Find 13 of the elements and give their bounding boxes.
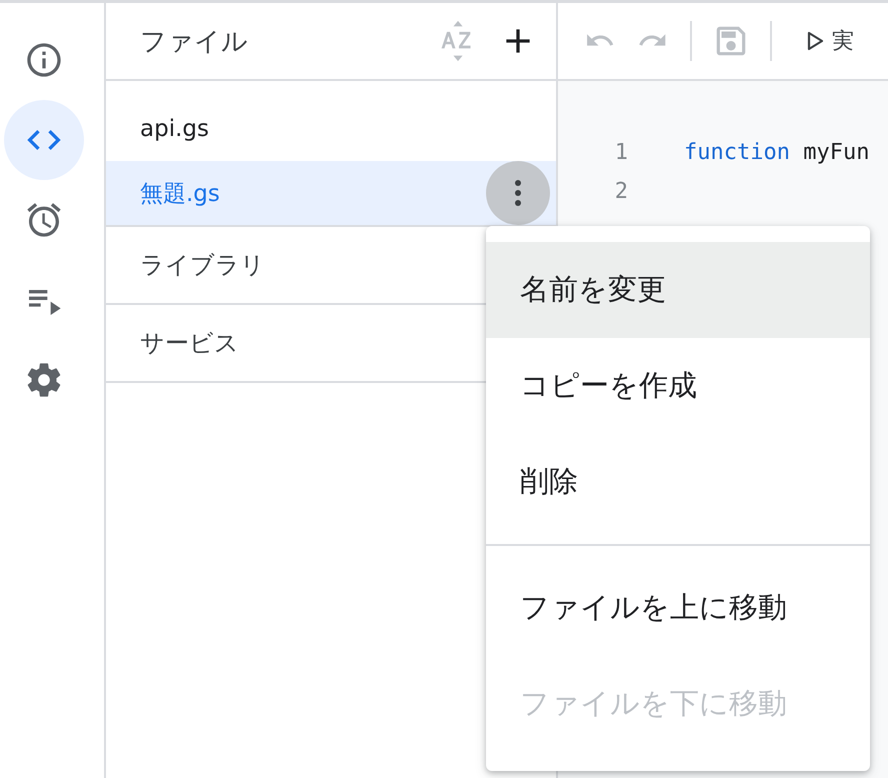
menu-item[interactable]: 名前を変更 [486, 242, 870, 338]
file-item[interactable]: api.gs [106, 97, 556, 161]
file-name: api.gs [140, 116, 209, 142]
menu-item[interactable]: ファイルを上に移動 [486, 560, 870, 656]
run-button[interactable]: 実 [792, 26, 854, 56]
menu-item[interactable]: 削除 [486, 434, 870, 530]
play-icon [806, 31, 824, 51]
file-item[interactable]: 無題.gs [106, 161, 556, 225]
line-number: 2 [614, 179, 628, 204]
line-number: 1 [614, 140, 628, 165]
panel-title: ファイル [140, 26, 248, 58]
code-text: function myFun [684, 140, 870, 165]
file-name: 無題.gs [140, 180, 220, 208]
